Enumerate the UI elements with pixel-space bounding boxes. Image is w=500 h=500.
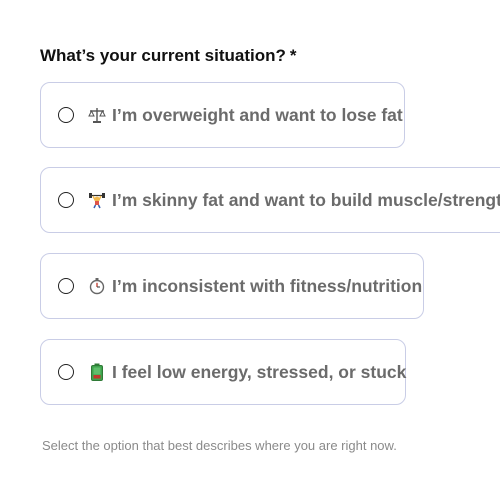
radio-button[interactable] xyxy=(58,278,74,294)
option-lose-fat[interactable]: I’m overweight and want to lose fat xyxy=(40,82,405,148)
stopwatch-icon xyxy=(88,277,106,295)
radio-button[interactable] xyxy=(58,364,74,380)
option-low-energy[interactable]: I feel low energy, stressed, or stuck xyxy=(40,339,406,405)
option-label: I feel low energy, stressed, or stuck xyxy=(112,361,407,382)
option-build-muscle[interactable]: I’m skinny fat and want to build muscle/… xyxy=(40,167,500,233)
radio-button[interactable] xyxy=(58,107,74,123)
balance-scale-icon xyxy=(88,106,106,124)
option-label: I’m skinny fat and want to build muscle/… xyxy=(112,189,500,210)
battery-low-icon xyxy=(88,363,106,381)
survey-page: What’s your current situation? * I’m over… xyxy=(0,0,500,500)
weightlifter-icon xyxy=(88,191,106,209)
option-label: I’m overweight and want to lose fat xyxy=(112,104,403,125)
helper-text: Select the option that best describes wh… xyxy=(42,438,397,453)
required-asterisk: * xyxy=(289,46,297,65)
question-title: What’s your current situation? * xyxy=(40,46,297,66)
question-label: What’s your current situation? xyxy=(40,46,286,65)
option-inconsistent[interactable]: I’m inconsistent with fitness/nutrition xyxy=(40,253,424,319)
option-label: I’m inconsistent with fitness/nutrition xyxy=(112,275,423,296)
radio-button[interactable] xyxy=(58,192,74,208)
